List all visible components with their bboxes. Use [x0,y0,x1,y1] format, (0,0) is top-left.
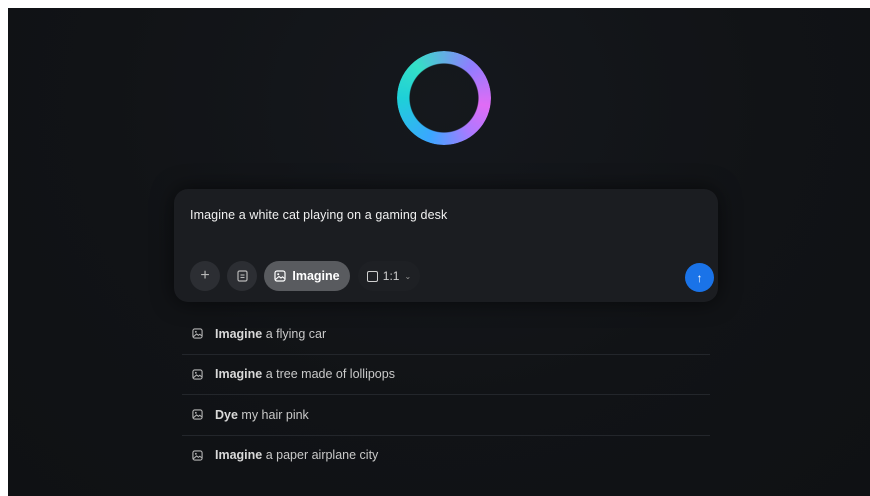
imagine-label: Imagine [292,269,340,283]
suggestion-rest: a tree made of lollipops [262,367,395,382]
image-icon [274,270,286,282]
suggestion-text: Dye my hair pink [215,408,309,422]
square-icon [366,270,378,282]
prompt-composer: Imagine a white cat playing on a gaming … [174,189,718,302]
imagine-mode-button[interactable]: Imagine [264,261,350,291]
suggestion-list: Imagine a flying car Imagine a tree made… [182,314,710,475]
suggestion-item[interactable]: Imagine a tree made of lollipops [182,355,710,395]
suggestion-rest: a flying car [262,326,327,341]
suggestion-verb: Imagine [215,326,263,341]
suggestion-rest: a paper airplane city [262,448,379,463]
suggestion-text: Imagine a flying car [215,327,326,341]
aspect-ratio-value: 1:1 [382,269,400,283]
suggestion-rest: my hair pink [237,407,309,422]
image-icon [192,369,203,380]
app-window: Imagine a white cat playing on a gaming … [8,8,870,496]
chevron-down-icon: ⌄ [404,271,412,281]
aspect-ratio-dropdown[interactable]: 1:1 ⌄ [358,261,420,291]
prompt-input[interactable]: Imagine a white cat playing on a gaming … [190,208,447,222]
suggestion-item[interactable]: Imagine a flying car [182,314,710,355]
suggestion-text: Imagine a tree made of lollipops [215,367,395,381]
send-button[interactable]: ↑ [685,263,714,292]
file-icon [236,270,248,282]
upload-file-button[interactable] [227,261,257,291]
suggestion-verb: Dye [215,407,238,422]
plus-icon: + [200,267,210,284]
image-icon [192,328,203,339]
suggestion-verb: Imagine [215,448,263,463]
copilot-logo-icon [397,51,491,145]
suggestion-item[interactable]: Imagine a paper airplane city [182,436,710,476]
suggestion-text: Imagine a paper airplane city [215,448,378,462]
suggestion-verb: Imagine [215,367,263,382]
suggestion-item[interactable]: Dye my hair pink [182,395,710,436]
image-icon [192,450,203,461]
arrow-up-icon: ↑ [696,270,703,285]
add-button[interactable]: + [190,261,220,291]
image-icon [192,409,203,420]
